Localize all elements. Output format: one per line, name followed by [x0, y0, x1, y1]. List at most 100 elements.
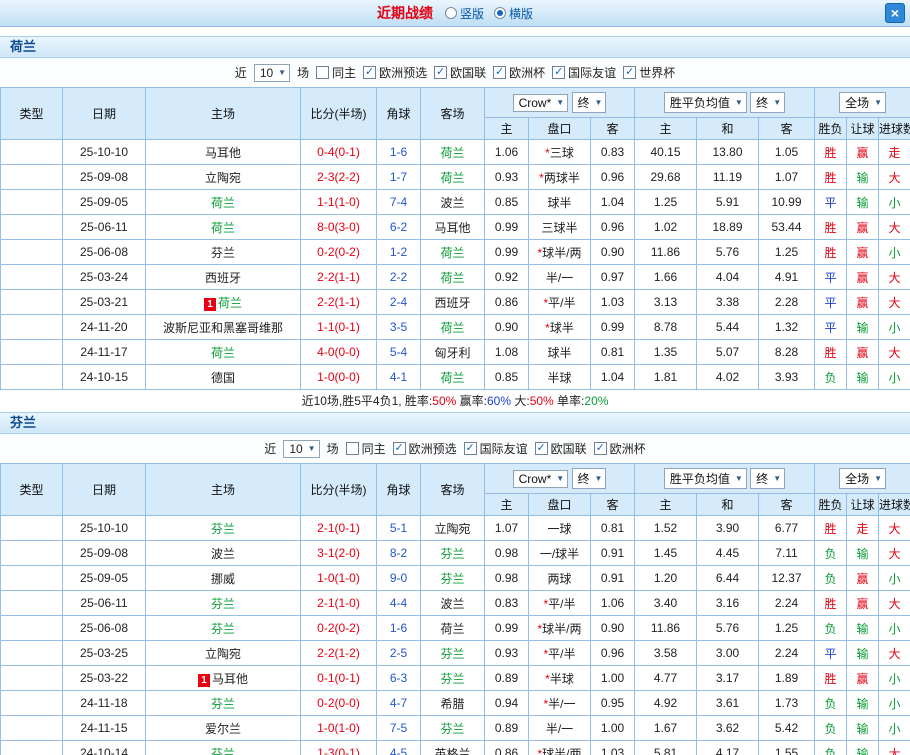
- handicap-result-cell: 输: [847, 541, 879, 566]
- avg-stage-select[interactable]: 终▼: [750, 92, 785, 113]
- home-team-cell[interactable]: 芬兰: [146, 616, 301, 641]
- avg-type-select[interactable]: 胜平负均值▼: [664, 468, 747, 489]
- league-filter-checkbox[interactable]: ✓欧国联: [535, 440, 587, 457]
- handicap-result-cell: 赢: [847, 215, 879, 240]
- away-team-cell[interactable]: 荷兰: [421, 315, 485, 340]
- league-filter-checkbox[interactable]: ✓国际友谊: [464, 440, 528, 457]
- home-team-cell[interactable]: 立陶宛: [146, 641, 301, 666]
- away-team-cell[interactable]: 芬兰: [421, 566, 485, 591]
- away-team-cell[interactable]: 荷兰: [421, 240, 485, 265]
- away-team-cell[interactable]: 芬兰: [421, 666, 485, 691]
- away-team-cell[interactable]: 希腊: [421, 691, 485, 716]
- league-filter-checkbox[interactable]: ✓欧洲预选: [393, 440, 457, 457]
- close-button[interactable]: ×: [885, 3, 905, 23]
- away-team-cell[interactable]: 荷兰: [421, 140, 485, 165]
- away-team-name: 荷兰: [440, 146, 464, 160]
- league-filter-checkbox[interactable]: ✓欧洲预选: [363, 64, 427, 81]
- home-team-name: 波斯尼亚和黑塞哥维那: [163, 321, 283, 335]
- odds-company-select[interactable]: Crow*▼: [513, 470, 569, 488]
- league-filter-checkbox[interactable]: ✓欧洲杯: [594, 440, 646, 457]
- home-team-cell[interactable]: 马耳他: [146, 140, 301, 165]
- home-team-cell[interactable]: 芬兰: [146, 691, 301, 716]
- corner-cell: 5-1: [377, 516, 421, 541]
- league-filter-checkbox[interactable]: ✓欧洲杯: [493, 64, 545, 81]
- home-team-cell[interactable]: 芬兰: [146, 591, 301, 616]
- match-count-select[interactable]: 10▼: [254, 64, 290, 82]
- layout-option-vertical[interactable]: 竖版: [445, 5, 484, 22]
- away-team-cell[interactable]: 荷兰: [421, 616, 485, 641]
- home-team-cell[interactable]: 德国: [146, 365, 301, 390]
- away-team-cell[interactable]: 芬兰: [421, 716, 485, 741]
- home-team-cell[interactable]: 1马耳他: [146, 666, 301, 691]
- avg-draw-cell: 4.45: [697, 541, 759, 566]
- handicap-cell: 三球半: [529, 215, 591, 240]
- home-team-cell[interactable]: 1荷兰: [146, 290, 301, 315]
- home-team-cell[interactable]: 立陶宛: [146, 165, 301, 190]
- home-team-cell[interactable]: 波斯尼亚和黑塞哥维那: [146, 315, 301, 340]
- away-team-cell[interactable]: 匈牙利: [421, 340, 485, 365]
- home-team-cell[interactable]: 荷兰: [146, 215, 301, 240]
- away-team-cell[interactable]: 波兰: [421, 591, 485, 616]
- league-filter-checkbox[interactable]: ✓欧国联: [434, 64, 486, 81]
- scope-select[interactable]: 全场▼: [839, 468, 886, 489]
- odds-stage-select[interactable]: 终▼: [572, 468, 607, 489]
- home-team-cell[interactable]: 挪威: [146, 566, 301, 591]
- handicap-cell: 半球: [529, 365, 591, 390]
- league-filter-checkbox[interactable]: 同主: [346, 440, 386, 457]
- filter-matches-label: 场: [327, 440, 339, 457]
- home-team-cell[interactable]: 荷兰: [146, 340, 301, 365]
- score-cell: 0-2(0-0): [301, 691, 377, 716]
- league-filter-checkbox[interactable]: ✓世界杯: [623, 64, 675, 81]
- avg-home-cell: 1.45: [635, 541, 697, 566]
- away-team-cell[interactable]: 芬兰: [421, 541, 485, 566]
- away-team-cell[interactable]: 荷兰: [421, 365, 485, 390]
- home-odds-cell: 0.85: [485, 365, 529, 390]
- avg-stage-select[interactable]: 终▼: [750, 468, 785, 489]
- away-team-cell[interactable]: 荷兰: [421, 265, 485, 290]
- table-header-row-1: 类型 日期 主场 比分(半场) 角球 客场 Crow*▼ 终▼ 胜平负均值▼ 终…: [1, 464, 910, 494]
- chevron-down-icon: ▼: [595, 99, 603, 107]
- wdl-result-cell: 平: [815, 641, 847, 666]
- match-date-cell: 25-06-11: [63, 215, 146, 240]
- away-team-cell[interactable]: 波兰: [421, 190, 485, 215]
- odds-company-select[interactable]: Crow*▼: [513, 94, 569, 112]
- home-team-name: 芬兰: [211, 747, 235, 755]
- home-team-cell[interactable]: 波兰: [146, 541, 301, 566]
- avg-draw-cell: 3.38: [697, 290, 759, 315]
- handicap-result-cell: 输: [847, 190, 879, 215]
- scope-select[interactable]: 全场▼: [839, 92, 886, 113]
- corner-cell: 3-5: [377, 315, 421, 340]
- away-team-cell[interactable]: 荷兰: [421, 165, 485, 190]
- layout-option-horizontal[interactable]: 横版: [494, 5, 533, 22]
- away-team-cell[interactable]: 芬兰: [421, 641, 485, 666]
- away-team-cell[interactable]: 马耳他: [421, 215, 485, 240]
- home-team-cell[interactable]: 芬兰: [146, 240, 301, 265]
- away-team-cell[interactable]: 立陶宛: [421, 516, 485, 541]
- away-team-cell[interactable]: 英格兰: [421, 741, 485, 755]
- away-odds-cell: 1.03: [591, 741, 635, 755]
- match-date-cell: 25-06-11: [63, 591, 146, 616]
- odds-stage-value: 终: [578, 94, 590, 111]
- goals-result-cell: 小: [879, 566, 910, 591]
- match-count-value: 10: [289, 442, 302, 456]
- home-team-cell[interactable]: 芬兰: [146, 516, 301, 541]
- avg-home-cell: 29.68: [635, 165, 697, 190]
- home-team-cell[interactable]: 芬兰: [146, 741, 301, 755]
- league-filter-checkbox[interactable]: ✓国际友谊: [552, 64, 616, 81]
- home-team-cell[interactable]: 荷兰: [146, 190, 301, 215]
- goals-result-cell: 大: [879, 215, 910, 240]
- home-odds-cell: 0.89: [485, 716, 529, 741]
- goals-result-cell: 小: [879, 666, 910, 691]
- odds-stage-select[interactable]: 终▼: [572, 92, 607, 113]
- handicap-cell: *球半/两: [529, 240, 591, 265]
- avg-type-select[interactable]: 胜平负均值▼: [664, 92, 747, 113]
- away-team-cell[interactable]: 西班牙: [421, 290, 485, 315]
- league-filter-checkbox[interactable]: 同主: [316, 64, 356, 81]
- home-team-name: 立陶宛: [205, 647, 241, 661]
- wdl-result-cell: 胜: [815, 240, 847, 265]
- home-team-cell[interactable]: 爱尔兰: [146, 716, 301, 741]
- summary-segment: 50%: [530, 394, 554, 408]
- home-team-cell[interactable]: 西班牙: [146, 265, 301, 290]
- corner-cell: 4-4: [377, 591, 421, 616]
- match-count-select[interactable]: 10▼: [283, 440, 319, 458]
